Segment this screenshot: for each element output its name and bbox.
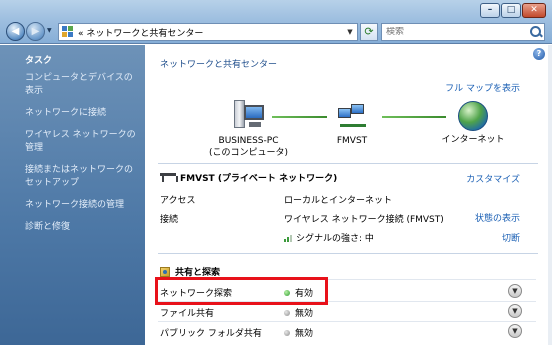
title-bar: – □ ✕ ◀ ▶ ▼ « ネットワークと共有センター ▼ ⟳ — [0, 0, 552, 44]
node-name: BUSINESS-PC — [218, 136, 279, 146]
sidebar-item-diagnose[interactable]: 診断と修復 — [25, 221, 139, 234]
forward-button[interactable]: ▶ — [26, 22, 45, 41]
sidebar-item-setup-connection[interactable]: 接続またはネットワークのセットアップ — [25, 164, 139, 190]
status-off-icon — [284, 330, 290, 336]
search-input[interactable] — [386, 27, 528, 37]
full-map-link[interactable]: フル マップを表示 — [445, 81, 520, 94]
task-sidebar: タスク コンピュータとデバイスの表示 ネットワークに接続 ワイヤレス ネットワー… — [0, 45, 145, 345]
file-sharing-value: 無効 — [295, 309, 314, 319]
scrollbar[interactable] — [548, 45, 552, 345]
node-fmvst: FMVST — [336, 102, 368, 147]
private-network-icon — [160, 172, 178, 183]
help-icon[interactable]: ? — [533, 48, 545, 60]
connection-value: ワイヤレス ネットワーク接続 (FMVST) — [284, 215, 444, 225]
globe-icon — [458, 101, 488, 131]
connection-line — [272, 116, 327, 118]
page-title: ネットワークと共有センター — [160, 60, 278, 70]
refresh-button[interactable]: ⟳ — [360, 23, 378, 41]
search-icon[interactable] — [528, 24, 544, 40]
access-value: ローカルとインターネット — [284, 196, 393, 206]
node-subtitle: (このコンピュータ) — [209, 148, 289, 158]
signal-strength-icon — [284, 234, 294, 242]
public-folder-expand-button[interactable]: ▼ — [508, 324, 522, 338]
view-status-link[interactable]: 状態の表示 — [475, 211, 520, 224]
node-name: インターネット — [441, 135, 505, 145]
address-dropdown-icon[interactable]: ▼ — [343, 28, 357, 36]
connection-line — [382, 116, 446, 118]
signal-strength: シグナルの強さ: 中 — [284, 231, 374, 244]
public-folder-value: 無効 — [295, 329, 314, 339]
minimize-button[interactable]: – — [480, 3, 500, 18]
window-controls: – □ ✕ — [480, 3, 546, 18]
divider — [158, 253, 538, 254]
back-button[interactable]: ◀ — [6, 22, 25, 41]
sidebar-item-connect[interactable]: ネットワークに接続 — [25, 107, 139, 120]
file-sharing-label: ファイル共有 — [160, 309, 215, 319]
address-bar[interactable]: « ネットワークと共有センター ▼ — [58, 23, 358, 41]
row-divider — [158, 321, 536, 322]
history-dropdown-icon[interactable]: ▼ — [47, 27, 52, 34]
sidebar-item-manage-wireless[interactable]: ワイヤレス ネットワークの管理 — [25, 129, 139, 155]
sidebar-item-view-devices[interactable]: コンピュータとデバイスの表示 — [25, 72, 139, 98]
access-label: アクセス — [160, 196, 196, 206]
computer-icon — [232, 100, 266, 132]
node-name: FMVST — [336, 136, 368, 146]
network-icon — [336, 102, 368, 132]
divider — [158, 163, 538, 164]
signal-strength-text: シグナルの強さ: 中 — [296, 234, 374, 244]
sidebar-heading: タスク — [25, 56, 53, 66]
close-button[interactable]: ✕ — [522, 3, 546, 18]
node-this-computer: BUSINESS-PC (このコンピュータ) — [209, 100, 288, 159]
network-discovery-expand-button[interactable]: ▼ — [508, 284, 522, 298]
connection-label: 接続 — [160, 215, 179, 225]
network-name: FMVST (プライベート ネットワーク) — [180, 174, 338, 184]
maximize-button[interactable]: □ — [501, 3, 521, 18]
file-sharing-expand-button[interactable]: ▼ — [508, 304, 522, 318]
node-internet: インターネット — [438, 101, 508, 146]
disconnect-link[interactable]: 切断 — [502, 231, 520, 244]
network-section-title: FMVST (プライベート ネットワーク) — [160, 171, 337, 184]
highlight-annotation — [155, 277, 328, 305]
search-box[interactable] — [381, 23, 545, 41]
address-text: « ネットワークと共有センター — [78, 28, 204, 39]
sharing-icon — [160, 266, 170, 277]
sidebar-item-manage-connections[interactable]: ネットワーク接続の管理 — [25, 199, 139, 212]
status-off-icon — [284, 310, 290, 316]
control-panel-icon — [62, 26, 74, 38]
customize-link[interactable]: カスタマイズ — [466, 172, 520, 185]
public-folder-status: 無効 — [284, 326, 313, 339]
public-folder-label: パブリック フォルダ共有 — [160, 329, 262, 339]
file-sharing-status: 無効 — [284, 306, 313, 319]
